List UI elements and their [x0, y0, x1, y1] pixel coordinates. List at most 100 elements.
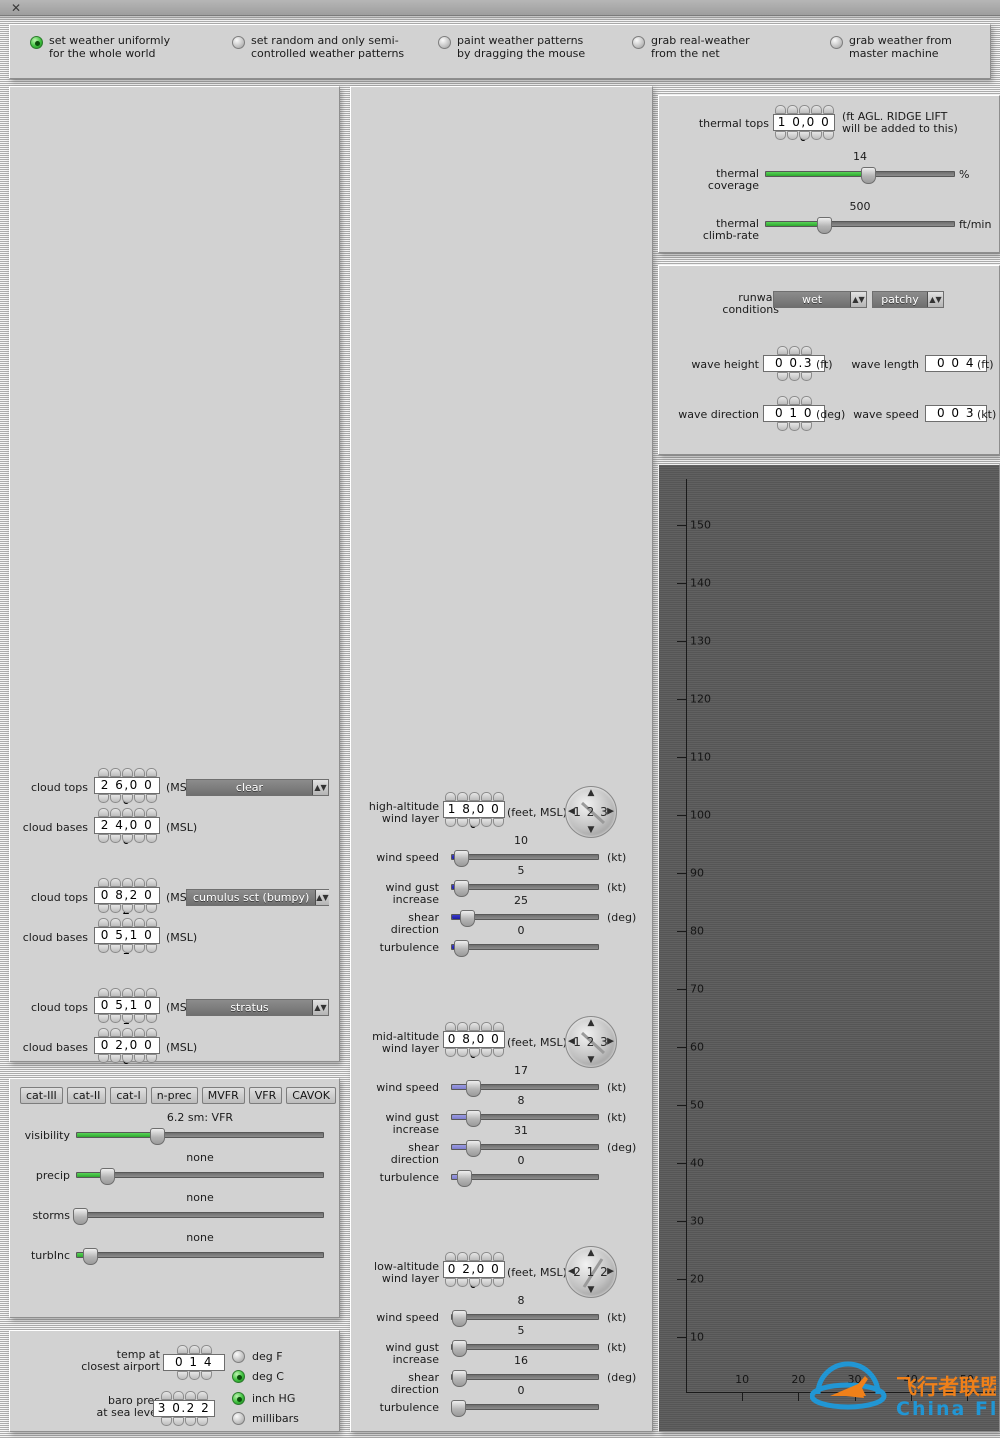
cloud-tops-field-1-value[interactable]: 0 8,2 0 2: [94, 887, 160, 917]
spinner-down-icon[interactable]: [444, 1278, 456, 1287]
wind-slider-1-0[interactable]: [451, 1080, 599, 1097]
spinner-down-icon[interactable]: [121, 904, 133, 913]
spinner-down-icon[interactable]: [145, 904, 157, 913]
mode-option-2[interactable]: paint weather patterns by dragging the m…: [438, 34, 585, 60]
spinner-up-icon[interactable]: [468, 792, 480, 801]
slider-thumb[interactable]: [73, 1208, 88, 1225]
chevron-updown-icon[interactable]: ▲ ▼: [315, 890, 329, 905]
spinner-up-icon[interactable]: [97, 1028, 109, 1037]
spinner-up-icon[interactable]: [133, 988, 145, 997]
spinner-up-icon[interactable]: [145, 988, 157, 997]
vis-slider-1[interactable]: [76, 1168, 324, 1185]
cloud-tops-field-0-value[interactable]: 2 6,0 0 0: [94, 777, 160, 807]
slider-thumb[interactable]: [100, 1168, 116, 1185]
spinner-down-icon[interactable]: [145, 1054, 157, 1063]
wind-direction-dial-2[interactable]: ▲ ▼ ◀ ▶ 2 1 2: [565, 1246, 617, 1298]
visibility-preset-cat-iii[interactable]: cat-III: [20, 1087, 63, 1104]
slider-thumb[interactable]: [149, 1128, 165, 1145]
spinner-up-icon[interactable]: [776, 346, 788, 355]
spinner-down-icon[interactable]: [468, 818, 480, 827]
spinner-up-icon[interactable]: [109, 988, 121, 997]
spinner-down-icon[interactable]: [444, 818, 456, 827]
spinner-up-icon[interactable]: [774, 105, 786, 114]
wind-slider-0-3[interactable]: [451, 940, 599, 957]
spinner-up-icon[interactable]: [468, 1022, 480, 1031]
visibility-preset-vfr[interactable]: VFR: [248, 1087, 283, 1104]
wind-slider-2-3[interactable]: [450, 1400, 599, 1417]
chevron-updown-icon[interactable]: ▲ ▼: [312, 780, 328, 795]
cloud-bases-field-2-value[interactable]: 0 2,0 0 0: [94, 1037, 160, 1067]
spinner-down-icon[interactable]: [133, 944, 145, 953]
wind-slider-1-3[interactable]: [451, 1170, 599, 1187]
spinner-down-icon[interactable]: [788, 372, 800, 381]
spinner-up-icon[interactable]: [492, 1022, 504, 1031]
wind-slider-2-0[interactable]: [451, 1310, 599, 1327]
pressure-unit-option-0[interactable]: inch HG: [232, 1391, 295, 1405]
spinner-down-icon[interactable]: [200, 1371, 212, 1380]
wind-slider-2-1[interactable]: [451, 1340, 599, 1357]
spinner-down-icon[interactable]: [133, 834, 145, 843]
spinner-down-icon[interactable]: [133, 1014, 145, 1023]
spinner-up-icon[interactable]: [810, 105, 822, 114]
spinner-down-icon[interactable]: [109, 1054, 121, 1063]
spinner-up-icon[interactable]: [145, 808, 157, 817]
wind-slider-1-2[interactable]: [451, 1140, 599, 1157]
spinner-up-icon[interactable]: [109, 1028, 121, 1037]
mode-option-1[interactable]: set random and only semi- controlled wea…: [232, 34, 404, 60]
wind-layer-altitude-2-value[interactable]: 0 2,0 0 0: [443, 1261, 505, 1291]
dial-up-arrow-icon[interactable]: ▲: [588, 1249, 595, 1258]
spinner-up-icon[interactable]: [133, 1028, 145, 1037]
spinner-up-icon[interactable]: [109, 918, 121, 927]
temp-field-value[interactable]: 0 1 4: [163, 1354, 225, 1371]
spinner-up-icon[interactable]: [788, 346, 800, 355]
spinner-up-icon[interactable]: [145, 918, 157, 927]
radio-unselected-icon[interactable]: [438, 36, 451, 49]
spinner-up-icon[interactable]: [492, 792, 504, 801]
spinner-up-icon[interactable]: [444, 792, 456, 801]
spinner-down-icon[interactable]: [97, 1014, 109, 1023]
wind-slider-0-0[interactable]: [451, 850, 599, 867]
radio-unselected-icon[interactable]: [232, 1412, 245, 1425]
spinner-down-icon[interactable]: [800, 372, 812, 381]
spinner-up-icon[interactable]: [121, 808, 133, 817]
spinner-down-icon[interactable]: [109, 944, 121, 953]
spinner-up-icon[interactable]: [109, 878, 121, 887]
vis-slider-2[interactable]: [73, 1208, 324, 1225]
cloud-type-select-0[interactable]: clear ▲ ▼: [186, 779, 329, 796]
spinner-up-icon[interactable]: [121, 918, 133, 927]
spinner-up-icon[interactable]: [97, 918, 109, 927]
visibility-preset-mvfr[interactable]: MVFR: [201, 1087, 245, 1104]
spinner-up-icon[interactable]: [456, 1252, 468, 1261]
spinner-down-icon[interactable]: [121, 944, 133, 953]
spinner-up-icon[interactable]: [145, 768, 157, 777]
spinner-down-icon[interactable]: [776, 372, 788, 381]
spinner-up-icon[interactable]: [121, 1028, 133, 1037]
spinner-down-icon[interactable]: [188, 1371, 200, 1380]
cloud-type-select-2[interactable]: stratus ▲ ▼: [186, 999, 329, 1016]
spinner-up-icon[interactable]: [480, 792, 492, 801]
spinner-down-icon[interactable]: [492, 1278, 504, 1287]
spinner-down-icon[interactable]: [800, 422, 812, 431]
mode-option-4[interactable]: grab weather from master machine: [830, 34, 952, 60]
spinner-down-icon[interactable]: [97, 944, 109, 953]
wind-slider-0-2[interactable]: [451, 910, 599, 927]
visibility-preset-cavok[interactable]: CAVOK: [286, 1087, 336, 1104]
spinner-down-icon[interactable]: [97, 794, 109, 803]
spinner-down-icon[interactable]: [97, 904, 109, 913]
radio-unselected-icon[interactable]: [232, 36, 245, 49]
spinner-up-icon[interactable]: [172, 1391, 184, 1400]
spinner-down-icon[interactable]: [109, 794, 121, 803]
thermal-coverage-slider[interactable]: [765, 167, 955, 184]
baro-field-value[interactable]: 3 0.2 2: [153, 1400, 215, 1417]
wind-layer-altitude-1-value[interactable]: 0 8,0 0 0: [443, 1031, 505, 1061]
vis-slider-3[interactable]: [76, 1248, 324, 1265]
runway-coverage-select[interactable]: patchy ▲ ▼: [872, 291, 944, 308]
spinner-up-icon[interactable]: [788, 396, 800, 405]
spinner-up-icon[interactable]: [160, 1391, 172, 1400]
spinner-up-icon[interactable]: [133, 878, 145, 887]
spinner-up-icon[interactable]: [480, 1022, 492, 1031]
spinner-up-icon[interactable]: [121, 878, 133, 887]
spinner-down-icon[interactable]: [145, 1014, 157, 1023]
spinner-down-icon[interactable]: [145, 944, 157, 953]
radio-unselected-icon[interactable]: [632, 36, 645, 49]
